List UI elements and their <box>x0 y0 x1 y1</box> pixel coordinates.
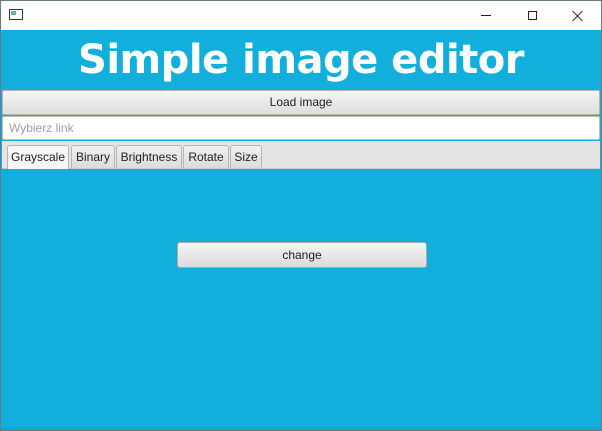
maximize-icon <box>527 11 537 20</box>
close-icon <box>572 10 584 22</box>
maximize-button[interactable] <box>509 1 555 30</box>
tab-binary[interactable]: Binary <box>71 145 115 168</box>
tab-size[interactable]: Size <box>230 145 262 168</box>
tab-bar: Grayscale Binary Brightness Rotate Size <box>2 141 600 169</box>
tab-rotate[interactable]: Rotate <box>183 145 229 168</box>
link-input[interactable] <box>2 116 600 140</box>
tab-brightness[interactable]: Brightness <box>116 145 182 168</box>
tab-grayscale[interactable]: Grayscale <box>7 145 69 169</box>
minimize-icon <box>481 15 491 16</box>
bottom-edge <box>1 427 601 430</box>
close-button[interactable] <box>555 1 601 30</box>
app-icon <box>9 9 23 20</box>
load-image-button[interactable]: Load image <box>2 90 600 115</box>
change-button[interactable]: change <box>177 242 427 268</box>
page-title: Simple image editor <box>78 37 524 83</box>
app-window: Simple image editor Load image Grayscale… <box>0 0 602 431</box>
minimize-button[interactable] <box>463 1 509 30</box>
title-bar <box>1 1 601 30</box>
